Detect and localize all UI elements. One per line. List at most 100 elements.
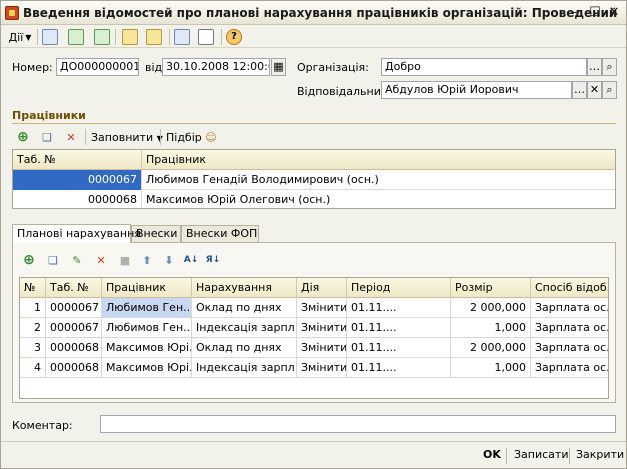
table-row[interactable]: 0000067 Любимов Генадій Володимирович (о… bbox=[13, 170, 615, 190]
cell-method[interactable]: Зарплата ос... bbox=[531, 318, 608, 338]
ellipsis-icon: … bbox=[589, 60, 600, 73]
responsible-field[interactable]: Абдулов Юрій Иорович bbox=[381, 81, 572, 99]
cell-employee-name[interactable]: Любимов Генадій Володимирович (осн.) bbox=[142, 170, 615, 190]
responsible-label: Відповідальний: bbox=[297, 85, 392, 98]
cell-period[interactable]: 01.11.... bbox=[347, 298, 451, 318]
cell-employee-name[interactable]: Максимов Юрій Олегович (осн.) bbox=[142, 190, 615, 208]
calendar-button[interactable]: ▦ bbox=[271, 58, 286, 76]
fill-menu-button[interactable]: Заповнити ▼ bbox=[91, 131, 163, 144]
employee-card-button[interactable]: ☺ bbox=[203, 129, 219, 145]
tab-fop-contributions[interactable]: Внески ФОП bbox=[181, 225, 259, 243]
copy-button[interactable] bbox=[93, 28, 111, 46]
move-up-button[interactable]: ⬆ bbox=[139, 252, 155, 268]
cell-accrual[interactable]: Індексація зарпл... bbox=[192, 318, 297, 338]
cell-method[interactable]: Зарплата ос... bbox=[531, 358, 608, 378]
cell-tab-no[interactable]: 0000068 bbox=[13, 190, 142, 208]
column-header-employee[interactable]: Працівник bbox=[142, 150, 615, 170]
pick-button[interactable]: Підбір bbox=[166, 131, 202, 144]
cell-period[interactable]: 01.11.... bbox=[347, 358, 451, 378]
actions-menu-button[interactable]: Дії ▼ bbox=[5, 28, 35, 46]
help-button[interactable]: ? bbox=[225, 28, 243, 46]
responsible-select-button[interactable]: … bbox=[572, 81, 587, 99]
table-row[interactable]: 0000068 Максимов Юрій Олегович (осн.) bbox=[13, 190, 615, 208]
ok-button[interactable]: OK bbox=[483, 448, 501, 461]
cell-method[interactable]: Зарплата ос... bbox=[531, 338, 608, 358]
column-header-accrual[interactable]: Нарахування bbox=[192, 278, 297, 298]
cell-action[interactable]: Змінити bbox=[297, 298, 347, 318]
close-button[interactable]: Закрити bbox=[576, 448, 624, 461]
cell-employee[interactable]: Любимов Ген... bbox=[102, 298, 192, 318]
find-button[interactable] bbox=[173, 28, 191, 46]
cell-tab-no[interactable]: 0000067 bbox=[46, 298, 102, 318]
cell-size[interactable]: 1,000 bbox=[451, 358, 531, 378]
cell-period[interactable]: 01.11.... bbox=[347, 338, 451, 358]
cell-action[interactable]: Змінити bbox=[297, 338, 347, 358]
organization-field[interactable]: Добро bbox=[381, 58, 587, 76]
column-header-tab-no[interactable]: Таб. № bbox=[46, 278, 102, 298]
cell-tab-no[interactable]: 0000067 bbox=[13, 170, 142, 190]
cell-accrual[interactable]: Оклад по днях bbox=[192, 298, 297, 318]
cell-action[interactable]: Змінити bbox=[297, 358, 347, 378]
cell-employee[interactable]: Максимов Юрі... bbox=[102, 358, 192, 378]
close-window-button[interactable]: ✕ bbox=[606, 5, 622, 21]
post-and-close-icon bbox=[42, 29, 58, 45]
table-row[interactable]: 4 0000068 Максимов Юрі... Індексація зар… bbox=[20, 358, 608, 378]
cell-size[interactable]: 2 000,000 bbox=[451, 298, 531, 318]
cell-accrual[interactable]: Індексація зарпл... bbox=[192, 358, 297, 378]
delete-employee-button[interactable]: ✕ bbox=[63, 129, 79, 145]
unpost-button[interactable] bbox=[145, 28, 163, 46]
add-employee-button[interactable]: ⊕ bbox=[15, 129, 31, 145]
minimize-button[interactable]: – bbox=[568, 5, 584, 21]
move-down-button[interactable]: ⬇ bbox=[161, 252, 177, 268]
post-exit-button[interactable] bbox=[41, 28, 59, 46]
column-header-action[interactable]: Дія bbox=[297, 278, 347, 298]
cell-method[interactable]: Зарплата ос... bbox=[531, 298, 608, 318]
number-field[interactable]: ДО000000001 bbox=[56, 58, 139, 76]
cell-employee[interactable]: Максимов Юрі... bbox=[102, 338, 192, 358]
cell-accrual[interactable]: Оклад по днях bbox=[192, 338, 297, 358]
cell-size[interactable]: 2 000,000 bbox=[451, 338, 531, 358]
cell-size[interactable]: 1,000 bbox=[451, 318, 531, 338]
sort-desc-button[interactable]: Я↓ bbox=[205, 252, 221, 268]
responsible-clear-button[interactable]: ✕ bbox=[587, 81, 602, 99]
title-bar[interactable]: Введення відомостей про планові нарахува… bbox=[1, 1, 626, 25]
sort-asc-button[interactable]: A↓ bbox=[183, 252, 199, 268]
cell-tab-no[interactable]: 0000068 bbox=[46, 338, 102, 358]
refresh-icon bbox=[68, 29, 84, 45]
table-row[interactable]: 3 0000068 Максимов Юрі... Оклад по днях … bbox=[20, 338, 608, 358]
add-row-button[interactable]: ⊕ bbox=[21, 252, 37, 268]
comment-field[interactable] bbox=[100, 415, 616, 433]
cell-row-number: 1 bbox=[20, 298, 46, 318]
refresh-button[interactable] bbox=[67, 28, 85, 46]
tab-planned-accruals[interactable]: Планові нарахування bbox=[12, 224, 141, 243]
cell-action[interactable]: Змінити bbox=[297, 318, 347, 338]
column-header-size[interactable]: Розмір bbox=[451, 278, 531, 298]
edit-row-button[interactable]: ✎ bbox=[69, 252, 85, 268]
column-header-period[interactable]: Період bbox=[347, 278, 451, 298]
column-header-number[interactable]: № bbox=[20, 278, 46, 298]
actions-menu-label: Дії bbox=[8, 30, 24, 44]
cell-tab-no[interactable]: 0000068 bbox=[46, 358, 102, 378]
end-edit-button[interactable]: ■ bbox=[117, 252, 133, 268]
organization-open-button[interactable]: ⌕ bbox=[602, 58, 617, 76]
maximize-button[interactable]: ☐ bbox=[587, 5, 603, 21]
column-header-employee[interactable]: Працівник bbox=[102, 278, 192, 298]
organization-select-button[interactable]: … bbox=[587, 58, 602, 76]
column-header-tab-no[interactable]: Таб. № bbox=[13, 150, 142, 170]
cell-tab-no[interactable]: 0000067 bbox=[46, 318, 102, 338]
column-header-method[interactable]: Спосіб відоб... bbox=[531, 278, 608, 298]
post-button[interactable] bbox=[121, 28, 139, 46]
cell-period[interactable]: 01.11.... bbox=[347, 318, 451, 338]
save-button[interactable]: Записати bbox=[514, 448, 568, 461]
cell-row-number: 2 bbox=[20, 318, 46, 338]
table-row[interactable]: 1 0000067 Любимов Ген... Оклад по днях З… bbox=[20, 298, 608, 318]
date-label: від bbox=[145, 61, 163, 74]
copy-employee-button[interactable]: ❏ bbox=[39, 129, 55, 145]
cell-employee[interactable]: Любимов Ген... bbox=[102, 318, 192, 338]
print-button[interactable] bbox=[197, 28, 215, 46]
delete-row-button[interactable]: ✕ bbox=[93, 252, 109, 268]
date-field[interactable]: 30.10.2008 12:00:00 bbox=[162, 58, 270, 76]
table-row[interactable]: 2 0000067 Любимов Ген... Індексація зарп… bbox=[20, 318, 608, 338]
responsible-open-button[interactable]: ⌕ bbox=[602, 81, 617, 99]
copy-row-button[interactable]: ❏ bbox=[45, 252, 61, 268]
